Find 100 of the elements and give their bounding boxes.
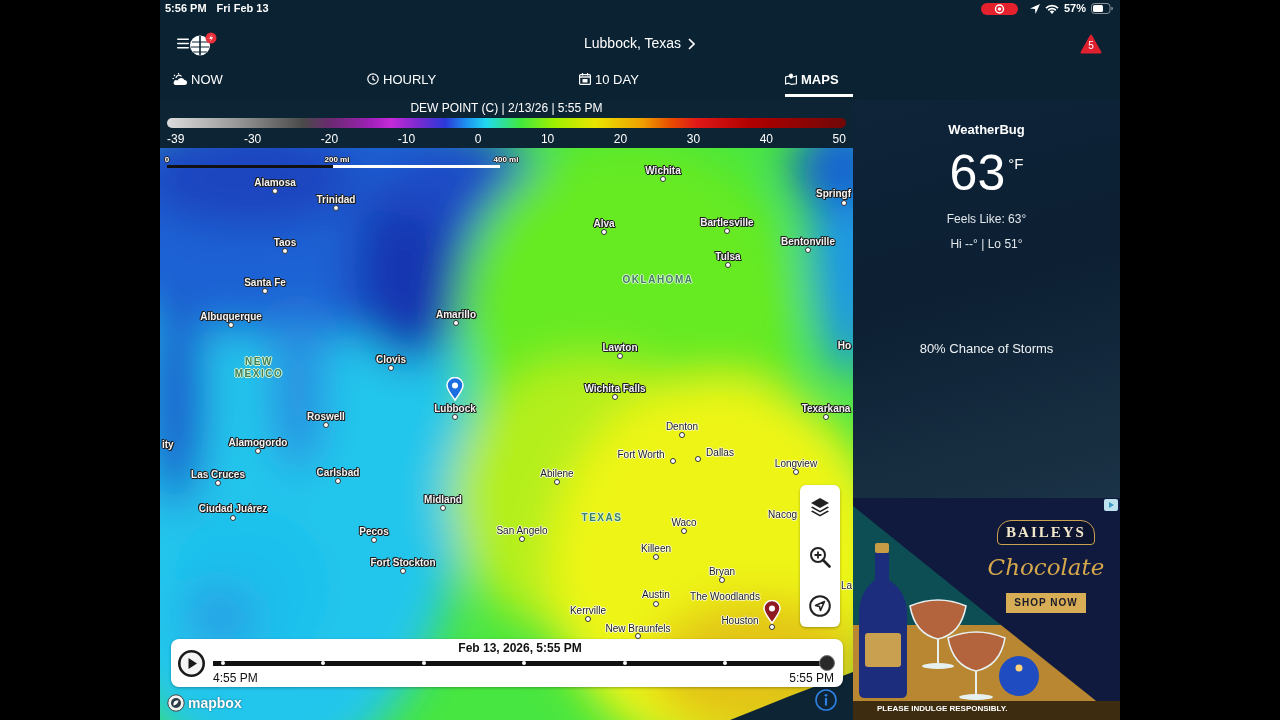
state-label: OKLAHOMA bbox=[622, 274, 694, 286]
city-label: Wichita Falls bbox=[584, 382, 646, 394]
city-dot-icon bbox=[805, 247, 811, 253]
city-label: Alamogordo bbox=[228, 436, 288, 448]
city-label: Killeen bbox=[641, 542, 671, 554]
city-label: Lubbock bbox=[434, 402, 476, 414]
city-label: Texarkana bbox=[801, 402, 851, 414]
city-label: Taos bbox=[273, 236, 297, 248]
battery-percent: 57% bbox=[1063, 2, 1086, 15]
locate-button[interactable] bbox=[809, 595, 831, 617]
clock-icon bbox=[367, 73, 379, 85]
city-dot-icon bbox=[725, 262, 731, 268]
scale-value: -30 bbox=[243, 132, 262, 146]
city-dot-icon bbox=[823, 414, 829, 420]
state-label: TEXAS bbox=[581, 512, 623, 524]
city-label: ity bbox=[162, 438, 174, 450]
info-button[interactable] bbox=[815, 689, 837, 711]
city-label: Houston bbox=[721, 614, 759, 626]
city-dot-icon bbox=[660, 176, 666, 182]
tab[interactable]: NOW bbox=[172, 70, 223, 88]
city-label: Midland bbox=[424, 493, 462, 505]
city-dot-icon bbox=[230, 515, 236, 521]
city-label: Albuquerque bbox=[200, 310, 262, 322]
city-label: Carlsbad bbox=[316, 466, 360, 478]
city-label: Springf bbox=[816, 187, 851, 199]
city-dot-icon bbox=[793, 469, 799, 475]
city-label: The Woodlands bbox=[690, 590, 760, 602]
city-label: Clovis bbox=[376, 353, 406, 365]
timeline-tick-icon bbox=[421, 661, 426, 665]
menu-button[interactable] bbox=[177, 31, 217, 56]
city-label: Roswell bbox=[307, 410, 345, 422]
city-label: Santa Fe bbox=[244, 276, 286, 288]
city-label: Tulsa bbox=[715, 250, 741, 262]
city-dot-icon bbox=[681, 528, 687, 534]
city-label: Wichita bbox=[645, 164, 681, 176]
city-dot-icon bbox=[282, 248, 288, 254]
info-icon bbox=[815, 689, 837, 711]
city-dot-icon bbox=[452, 414, 458, 420]
legend-title: DEW POINT (C) | 2/13/26 | 5:55 PM bbox=[410, 101, 603, 115]
city-dot-icon bbox=[388, 365, 394, 371]
ad-marker-icon[interactable] bbox=[1104, 499, 1118, 511]
city-dot-icon bbox=[255, 448, 261, 454]
city-label: Longview bbox=[774, 457, 818, 469]
city-label: Alamosa bbox=[254, 176, 296, 188]
location-arrow-icon bbox=[1029, 3, 1040, 14]
scale-label: 0 bbox=[164, 155, 170, 165]
city-label: Bentonville bbox=[781, 235, 835, 247]
weather-source: WeatherBug bbox=[948, 122, 1025, 138]
scale-value: 40 bbox=[759, 132, 773, 146]
city-label: Bryan bbox=[708, 565, 736, 577]
forecast-text: 80% Chance of Storms bbox=[919, 341, 1054, 356]
city-label: Fort Worth bbox=[617, 448, 665, 460]
tab[interactable]: HOURLY bbox=[367, 70, 437, 88]
city-label: Kerrville bbox=[569, 604, 607, 616]
city-dot-icon bbox=[670, 458, 676, 464]
ad-banner[interactable]: BAILEYS Chocolate SHOP NOW PLEASE INDULGE RESPONSIBLY. bbox=[853, 498, 1120, 720]
city-dot-icon bbox=[585, 616, 591, 622]
city-label: Waco bbox=[671, 516, 697, 528]
city-dot-icon bbox=[554, 479, 560, 485]
city-label: Ho bbox=[837, 339, 851, 351]
location-button[interactable]: Lubbock, Texas bbox=[584, 35, 695, 52]
brand-logo: BAILEYS bbox=[997, 520, 1095, 545]
city-dot-icon bbox=[371, 537, 377, 543]
layers-button[interactable] bbox=[809, 496, 831, 518]
play-button[interactable] bbox=[178, 649, 205, 677]
timeline-end-time: 5:55 PM bbox=[789, 671, 834, 685]
city-label: Bartlesville bbox=[700, 216, 754, 228]
scale-label: 200 mi bbox=[324, 155, 350, 165]
city-label: Las Cruces bbox=[191, 468, 245, 480]
scale-value: 10 bbox=[540, 132, 555, 146]
city-label: Amarillo bbox=[436, 308, 476, 320]
city-label: Lawton bbox=[602, 341, 638, 353]
timeline-thumb[interactable] bbox=[819, 655, 835, 671]
zoom-in-button[interactable] bbox=[809, 545, 831, 568]
timeline-datetime: Feb 13, 2026, 5:55 PM bbox=[458, 641, 582, 655]
warning-triangle-icon bbox=[1080, 33, 1102, 54]
layers-icon bbox=[809, 496, 831, 518]
city-label: Denton bbox=[665, 420, 699, 432]
timeline-start-time: 4:55 PM bbox=[213, 671, 258, 685]
city-dot-icon bbox=[679, 432, 685, 438]
city-dot-icon bbox=[333, 205, 339, 211]
city-label: Dallas bbox=[706, 446, 734, 458]
scale-value: 30 bbox=[686, 132, 701, 146]
calendar-icon bbox=[579, 73, 591, 85]
feels-like-text: Feels Like: 63° bbox=[946, 212, 1027, 226]
map-icon bbox=[785, 73, 797, 85]
shop-now-button[interactable]: SHOP NOW bbox=[1006, 593, 1086, 613]
city-label: New Braunfels bbox=[605, 622, 671, 634]
partly-cloudy-icon bbox=[172, 73, 187, 85]
city-label: Nacog bbox=[768, 508, 797, 520]
tab[interactable]: 10 DAY bbox=[579, 70, 639, 88]
city-label: Ciudad Juárez bbox=[198, 502, 268, 514]
city-dot-icon bbox=[719, 577, 725, 583]
alerts-button[interactable]: 5 bbox=[1080, 33, 1102, 54]
wifi-icon bbox=[1044, 3, 1059, 14]
tab[interactable]: MAPS bbox=[785, 70, 853, 97]
menu-icon bbox=[177, 38, 189, 49]
hi-lo-text: Hi --° | Lo 51° bbox=[950, 237, 1023, 251]
screen-recording-icon bbox=[980, 2, 1018, 15]
disclaimer-text: PLEASE INDULGE RESPONSIBLY. bbox=[877, 704, 1008, 714]
